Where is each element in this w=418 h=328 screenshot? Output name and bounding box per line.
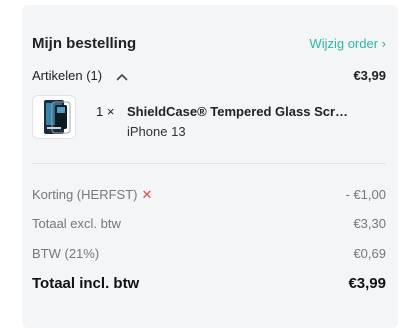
subtotal-excl-vat-row: Totaal excl. btw €3,30	[32, 216, 386, 236]
subtotal-excl-vat-label: Totaal excl. btw	[32, 216, 121, 231]
product-quantity: 1 ×	[96, 104, 115, 119]
product-line: 1 × ShieldCase® Tempered Glass Screen Pr…	[32, 95, 386, 145]
order-summary-title: Mijn bestelling	[32, 35, 137, 52]
items-label: Artikelen (1)	[32, 68, 103, 83]
product-name: ShieldCase® Tempered Glass Screen Protec…	[127, 104, 349, 119]
discount-label-group: Korting (HERFST) ✕	[32, 187, 152, 203]
product-thumbnail	[32, 95, 76, 139]
vat-row: BTW (21%) €0,69	[32, 246, 386, 266]
chevron-up-icon[interactable]	[116, 72, 128, 82]
items-toggle-row[interactable]: Artikelen (1) €3,99	[32, 66, 386, 88]
vat-label: BTW (21%)	[32, 246, 100, 261]
discount-label: Korting (HERFST)	[32, 187, 138, 202]
discount-row: Korting (HERFST) ✕ - €1,00	[32, 187, 386, 207]
product-image	[44, 100, 71, 134]
remove-discount-icon[interactable]: ✕	[141, 187, 152, 202]
divider	[32, 163, 386, 164]
items-total: €3,99	[353, 68, 386, 83]
items-label-group: Artikelen (1)	[32, 68, 128, 83]
total-value: €3,99	[348, 275, 386, 292]
subtotal-excl-vat-value: €3,30	[353, 216, 386, 231]
discount-value: - €1,00	[345, 187, 386, 202]
order-summary-header: Mijn bestelling Wijzig order ›	[32, 33, 386, 57]
total-row: Totaal incl. btw €3,99	[32, 273, 386, 297]
total-label: Totaal incl. btw	[32, 275, 140, 292]
product-variant: iPhone 13	[127, 124, 186, 139]
edit-order-link[interactable]: Wijzig order ›	[309, 36, 386, 51]
vat-value: €0,69	[353, 246, 386, 261]
